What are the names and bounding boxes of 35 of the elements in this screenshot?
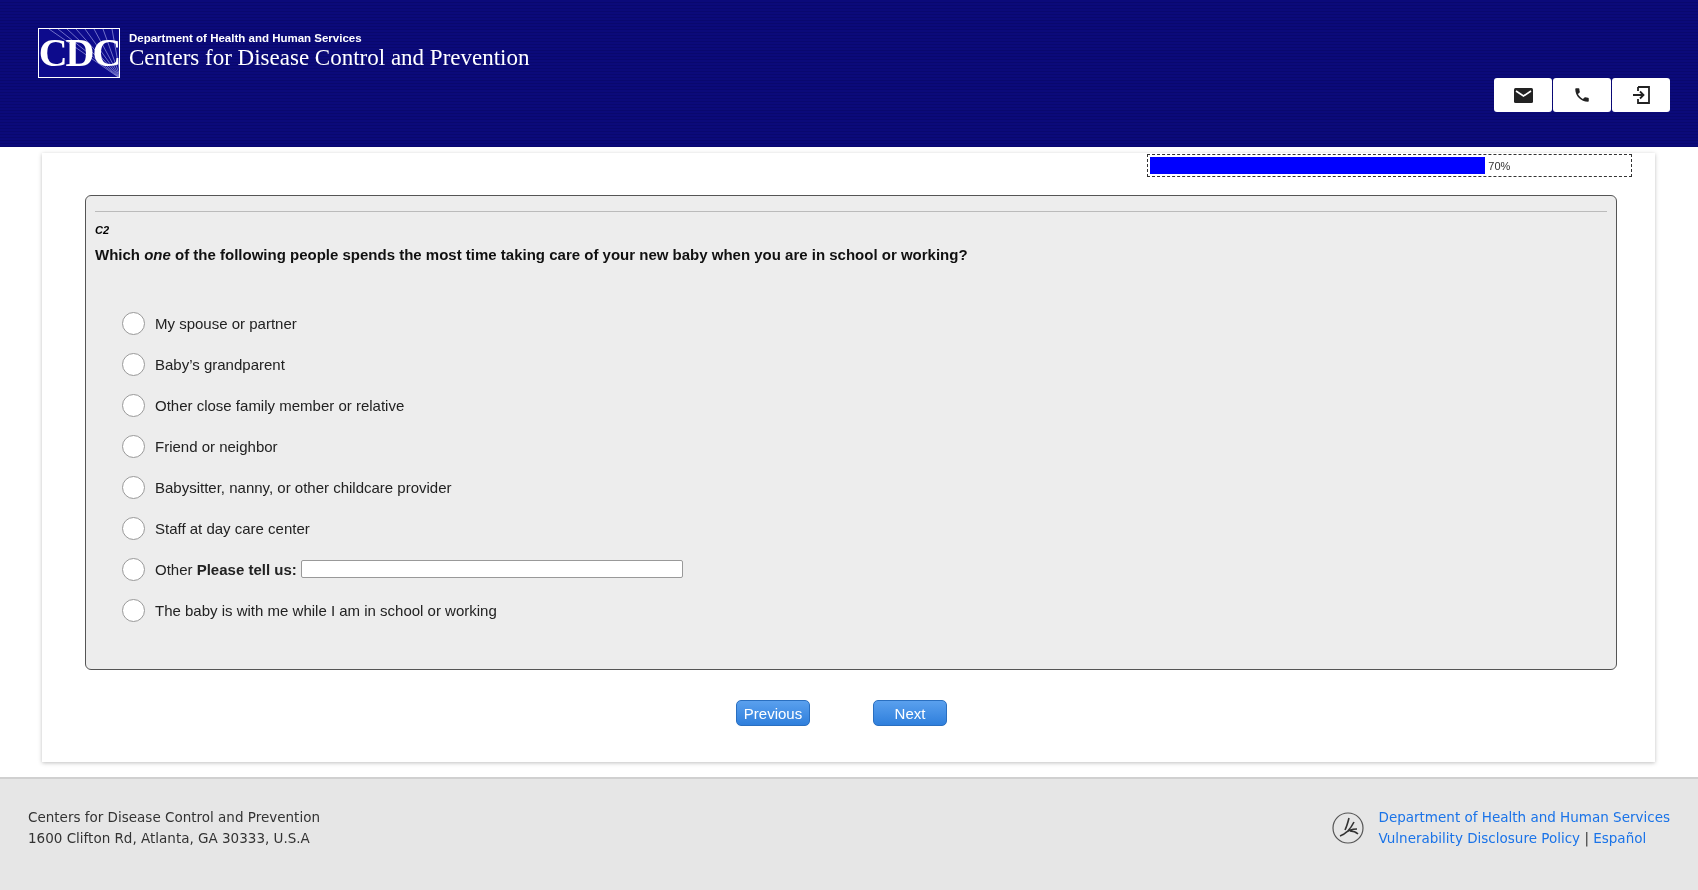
radio-button[interactable] — [122, 475, 145, 499]
option-label[interactable]: Staff at day care center — [155, 519, 310, 537]
option-label[interactable]: The baby is with me while I am in school or working — [155, 601, 497, 619]
phone-button[interactable] — [1553, 78, 1611, 112]
option-label[interactable]: Friend or neighbor — [155, 437, 278, 455]
radio-button[interactable] — [122, 352, 145, 376]
option-label[interactable]: My spouse or partner — [155, 314, 297, 332]
option-label[interactable]: Babysitter, nanny, or other childcare provider — [155, 478, 452, 496]
radio-button[interactable] — [122, 434, 145, 458]
mail-icon — [1513, 87, 1533, 103]
language-link[interactable]: Español — [1593, 830, 1647, 846]
option-label[interactable]: Other close family member or relative — [155, 396, 405, 414]
option-label[interactable]: Baby’s grandparent — [155, 355, 285, 373]
radio-button[interactable] — [122, 393, 145, 417]
radio-button[interactable] — [122, 516, 145, 540]
radio-button[interactable] — [122, 557, 145, 581]
question-code: C2 — [95, 224, 111, 236]
radio-button[interactable] — [122, 311, 145, 335]
address-line: Centers for Disease Control and Prevention — [28, 809, 320, 825]
question-text: Which one of the following people spends the most time taking care of your new baby when you are in school or working? — [95, 246, 969, 263]
option-label[interactable]: Other Please tell us: — [155, 560, 297, 578]
disclosure-policy-link[interactable]: Vulnerability Disclosure Policy — [1378, 830, 1581, 846]
phone-icon — [1573, 86, 1591, 104]
exit-icon — [1631, 86, 1651, 104]
exit-button[interactable] — [1612, 78, 1670, 112]
agency-name: Centers for Disease Control and Prevention — [129, 45, 530, 71]
radio-button[interactable] — [122, 598, 145, 622]
cdc-logo: CDC — [38, 28, 120, 78]
hhs-link[interactable]: Department of Health and Human Services — [1378, 809, 1670, 825]
mail-button[interactable] — [1494, 78, 1552, 112]
progress-reading: 70% — [1488, 159, 1511, 172]
input-field[interactable] — [300, 560, 683, 578]
link-separator: | — [1584, 830, 1589, 846]
address-line: 1600 Clifton Rd, Atlanta, GA 30333, U.S.A — [28, 830, 311, 846]
department-name: Department of Health and Human Services — [129, 32, 363, 44]
